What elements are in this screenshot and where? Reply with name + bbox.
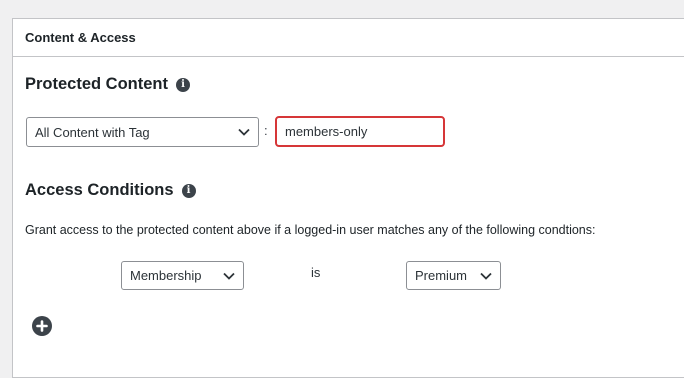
content-access-panel: Content & Access Protected Content i All… <box>12 18 684 378</box>
chevron-down-icon <box>480 272 492 280</box>
chevron-down-icon <box>223 272 235 280</box>
protected-content-type-value: All Content with Tag <box>35 124 150 140</box>
protected-content-type-select[interactable]: All Content with Tag <box>26 117 259 147</box>
info-icon[interactable]: i <box>181 183 196 198</box>
condition-value: Premium <box>415 268 468 283</box>
access-conditions-title: Access Conditions <box>25 181 174 199</box>
condition-operator: is <box>311 265 321 280</box>
field-separator: : <box>264 123 268 138</box>
add-condition-button[interactable] <box>32 316 52 336</box>
condition-field-select[interactable]: Membership <box>121 261 244 290</box>
protected-content-title: Protected Content <box>25 75 169 93</box>
access-conditions-description: Grant access to the protected content ab… <box>25 223 596 237</box>
panel-header: Content & Access <box>13 19 684 57</box>
panel-title: Content & Access <box>25 30 136 45</box>
protected-content-heading: Protected Content i <box>25 75 191 94</box>
condition-value-select[interactable]: Premium <box>406 261 501 290</box>
plus-icon <box>36 320 48 332</box>
access-conditions-heading: Access Conditions i <box>25 181 196 200</box>
condition-field-value: Membership <box>130 268 202 283</box>
chevron-down-icon <box>238 128 250 136</box>
tag-input-value: members-only <box>285 124 368 139</box>
tag-input[interactable]: members-only <box>275 116 445 147</box>
info-icon[interactable]: i <box>176 77 191 92</box>
